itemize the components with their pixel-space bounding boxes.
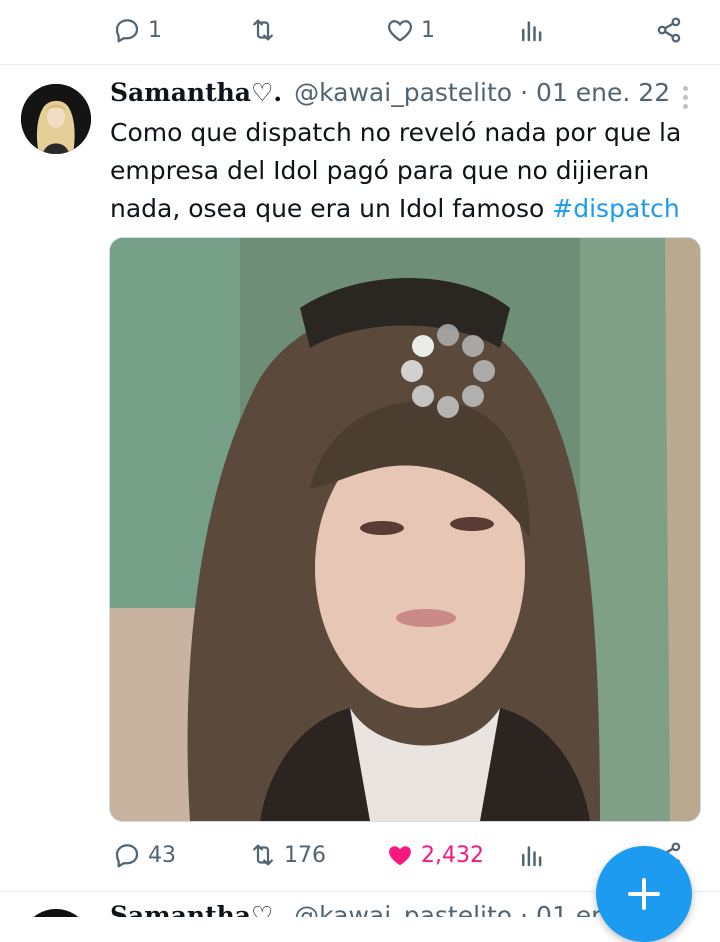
reply-button[interactable]: 1 <box>112 0 162 60</box>
tweet-media[interactable] <box>109 237 701 822</box>
analytics-button[interactable] <box>517 0 547 60</box>
user-handle[interactable]: @kawai_pastelito <box>294 78 512 107</box>
tweet-text: Como que dispatch no reveló nada por que… <box>110 114 710 228</box>
avatar-photo <box>21 84 91 154</box>
reply-icon <box>115 844 139 868</box>
like-count: 1 <box>421 17 435 43</box>
avatar[interactable] <box>21 84 91 154</box>
retweet-icon <box>253 844 273 866</box>
reply-icon <box>115 19 139 43</box>
tweet-header: Samantha♡. @kawai_pastelito · 01 ene. <box>110 901 630 917</box>
like-icon <box>387 20 413 42</box>
like-button[interactable]: 2,432 <box>385 825 484 885</box>
analytics-icon <box>522 21 542 42</box>
more-icon <box>678 86 692 109</box>
like-button[interactable]: 1 <box>385 0 435 60</box>
share-button[interactable] <box>654 0 684 60</box>
tweet-header: Samantha♡. @kawai_pastelito · 01 ene. 22 <box>110 78 670 112</box>
reply-count: 1 <box>148 17 162 43</box>
prev-tweet-actions: 1 1 <box>0 0 720 60</box>
share-icon <box>657 17 681 43</box>
analytics-button[interactable] <box>517 825 547 885</box>
tweet-date[interactable]: 01 ene. 22 <box>536 78 670 107</box>
user-handle[interactable]: @kawai_pastelito <box>294 901 512 917</box>
divider <box>0 64 720 65</box>
display-name[interactable]: Samantha♡. <box>110 901 282 917</box>
retweet-button[interactable] <box>248 0 284 60</box>
hashtag-link[interactable]: #dispatch <box>552 194 679 223</box>
separator: · <box>520 78 529 107</box>
retweet-count: 176 <box>284 842 326 868</box>
more-button[interactable] <box>678 86 692 112</box>
like-icon <box>389 846 411 866</box>
retweet-button[interactable]: 176 <box>248 825 326 885</box>
display-name[interactable]: Samantha♡. <box>110 78 282 107</box>
reply-button[interactable]: 43 <box>112 825 176 885</box>
compose-icon <box>628 878 660 910</box>
loading-spinner-icon <box>401 324 495 418</box>
separator: · <box>520 901 529 917</box>
reply-count: 43 <box>148 842 176 868</box>
analytics-icon <box>522 846 542 867</box>
compose-button[interactable] <box>596 846 692 942</box>
avatar[interactable] <box>21 909 91 917</box>
like-count: 2,432 <box>421 842 484 868</box>
retweet-icon <box>253 19 273 41</box>
